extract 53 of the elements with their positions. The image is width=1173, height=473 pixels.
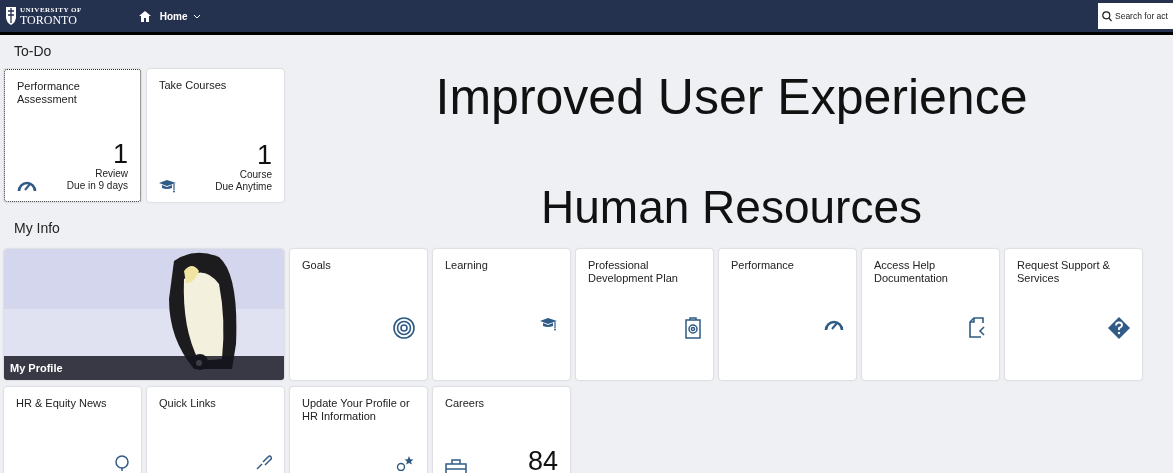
todo-tile[interactable]: Take Courses 1 Course Due Anytime — [147, 69, 284, 202]
tile-subtitle: Due Anytime — [215, 181, 272, 193]
search-field[interactable]: Search for act — [1098, 3, 1173, 29]
profile-tile[interactable]: My Profile — [4, 249, 284, 380]
tile-title: Update Your Profile or HR Information — [302, 397, 411, 424]
section-title: My Info — [14, 220, 61, 236]
todo-tile[interactable]: Performance Assessment 1 Review Due in 9 days — [4, 69, 141, 202]
crest-icon — [5, 5, 17, 27]
tile-count: 84 — [527, 448, 558, 473]
tile-title: Take Courses — [159, 79, 228, 93]
help-icon — [1108, 317, 1130, 339]
app-tile[interactable]: Professional Development Plan — [576, 249, 713, 380]
pin-icon — [115, 455, 129, 471]
tile-title: Performance — [731, 259, 795, 273]
app-tile[interactable]: Goals — [290, 249, 427, 380]
tile-title: Quick Links — [159, 397, 217, 411]
graduation-cap-icon — [159, 179, 177, 193]
tile-title: Professional Development Plan — [588, 259, 679, 286]
caret-icon — [193, 13, 202, 19]
tile-count: 1 — [112, 141, 128, 168]
app-tile[interactable]: Careers 84 — [433, 387, 570, 473]
tile-title: Request Support & Services — [1017, 259, 1111, 286]
tile-subtitle: Course — [239, 169, 272, 181]
app-tile[interactable]: Quick Links — [147, 387, 284, 473]
logo-title: TORONTO — [20, 13, 78, 26]
app-tile[interactable]: Request Support & Services — [1005, 249, 1142, 380]
app-tile[interactable]: Update Your Profile or HR Information — [290, 387, 427, 473]
home-menu[interactable]: Home — [159, 10, 202, 22]
tile-title: My Profile — [4, 356, 284, 380]
clipboard-icon — [685, 317, 701, 339]
app-tile[interactable]: Performance — [719, 249, 856, 380]
app-tile[interactable]: Learning — [433, 249, 570, 380]
slide-heading: Improved User Experience — [435, 69, 1028, 125]
home-icon[interactable] — [138, 10, 151, 22]
app-tile[interactable]: HR & Equity News — [4, 387, 141, 473]
tile-title: HR & Equity News — [16, 397, 108, 411]
graduation-cap-icon — [540, 317, 558, 331]
tile-title: Performance Assessment — [17, 80, 81, 107]
section-title: To-Do — [14, 43, 53, 59]
tile-subtitle: Due in 9 days — [66, 180, 128, 192]
briefcase-icon — [445, 459, 467, 473]
tile-subtitle: Review — [95, 168, 128, 180]
tile-count: 1 — [256, 142, 272, 169]
document-edit-icon — [969, 317, 987, 339]
slide-heading: Human Resources — [541, 181, 922, 233]
target-icon — [393, 317, 415, 339]
person-star-icon — [395, 455, 415, 471]
tile-title: Access Help Documentation — [874, 259, 949, 286]
tile-title: Learning — [445, 259, 489, 273]
tile-title: Goals — [302, 259, 332, 273]
search-icon — [1102, 11, 1112, 22]
app-tile[interactable]: Access Help Documentation — [862, 249, 999, 380]
tile-title: Careers — [445, 397, 486, 411]
